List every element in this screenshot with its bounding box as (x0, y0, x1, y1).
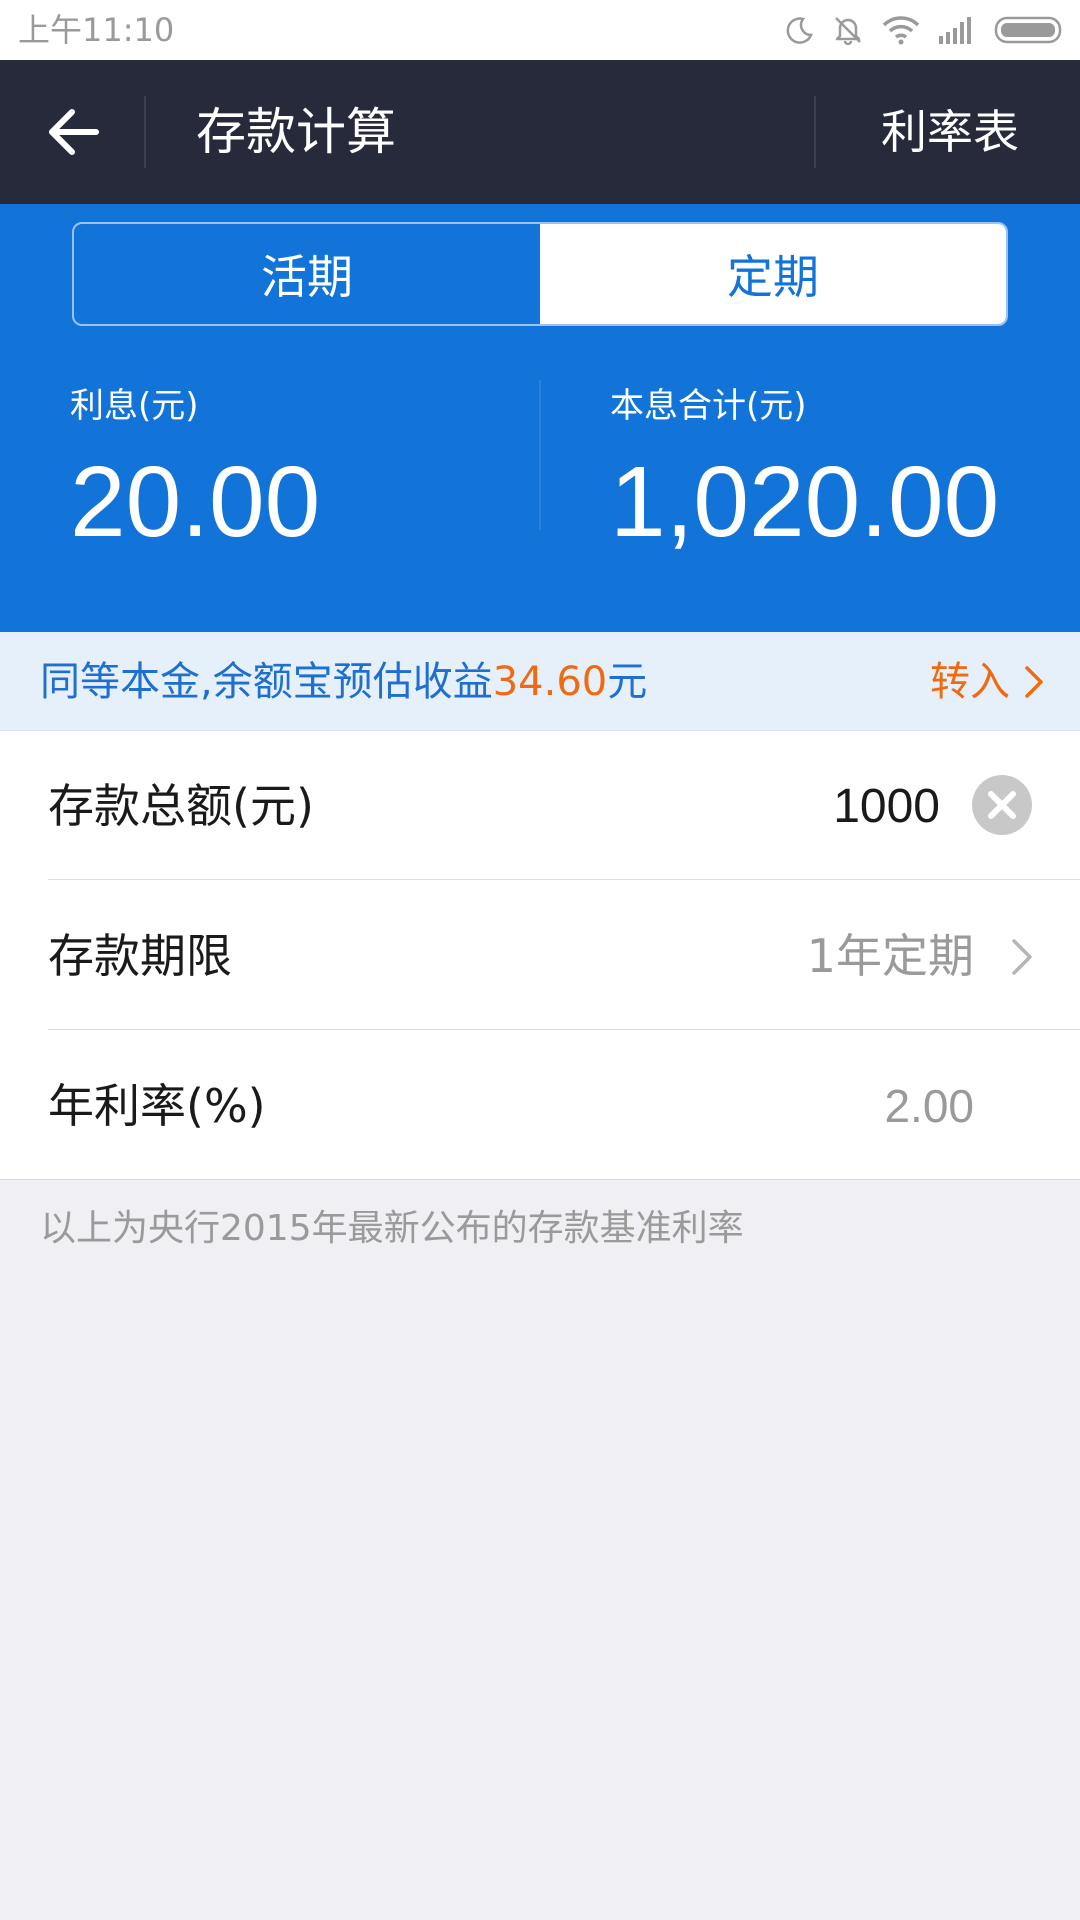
back-button[interactable] (30, 98, 116, 166)
banner-text-prefix: 同等本金,余额宝预估收益 (40, 659, 493, 705)
clear-amount-button[interactable] (972, 775, 1032, 835)
bell-muted-icon (835, 17, 861, 46)
clear-icon (972, 775, 1032, 835)
signal-icon (939, 17, 971, 44)
tab-fixed-deposit[interactable]: 定期 (540, 224, 1006, 324)
tab-current-deposit[interactable]: 活期 (74, 224, 540, 324)
moon-icon (786, 17, 813, 44)
rate-input[interactable] (674, 1071, 974, 1141)
row-divider (48, 879, 1080, 880)
amount-label: 存款总额(元) (48, 779, 314, 833)
total-result: 本息合计(元) 1,020.00 (610, 384, 999, 562)
status-icons (784, 12, 1064, 48)
interest-value: 20.00 (70, 446, 321, 558)
deposit-form: 存款总额(元) 存款期限 1年定期 年利率(%) (0, 731, 1080, 1180)
nav-bar: 存款计算 利率表 (0, 60, 1080, 204)
rate-label: 年利率(%) (48, 1079, 266, 1133)
interest-result: 利息(元) 20.00 (70, 384, 320, 562)
wifi-icon (882, 16, 920, 45)
results-header: 活期 定期 利息(元) 20.00 本息合计(元) 1,020.00 (0, 204, 1080, 632)
amount-input[interactable] (640, 771, 940, 841)
term-row[interactable]: 存款期限 1年定期 (0, 881, 1080, 1030)
chevron-right-icon (1012, 939, 1032, 975)
deposit-type-tabs: 活期 定期 (72, 222, 1008, 326)
results-divider (539, 380, 541, 530)
rate-table-button[interactable]: 利率表 (840, 100, 1060, 164)
battery-icon (994, 16, 1062, 44)
total-label: 本息合计(元) (610, 386, 807, 426)
chevron-right-icon (1025, 666, 1043, 698)
status-bar: 上午11:10 (0, 0, 1080, 60)
rate-row: 年利率(%) (0, 1031, 1080, 1180)
banner-estimated-amount: 34.60 (492, 659, 608, 705)
interest-label: 利息(元) (70, 386, 199, 426)
yuebao-banner[interactable]: 同等本金,余额宝预估收益34.60元 转入 (0, 632, 1080, 731)
rate-footnote: 以上为央行2015年最新公布的存款基准利率 (40, 1208, 744, 1249)
term-value: 1年定期 (806, 929, 974, 983)
row-divider (48, 1029, 1080, 1030)
page-title: 存款计算 (196, 103, 396, 161)
amount-row: 存款总额(元) (0, 731, 1080, 880)
transfer-in-button[interactable]: 转入 (930, 656, 1044, 708)
total-value: 1,020.00 (610, 446, 1000, 558)
banner-text: 同等本金,余额宝预估收益34.60元 (40, 656, 647, 708)
transfer-in-label: 转入 (930, 659, 1010, 705)
arrow-left-icon (49, 109, 99, 155)
term-label: 存款期限 (48, 929, 232, 983)
status-time: 上午11:10 (18, 11, 175, 49)
nav-divider (144, 96, 146, 168)
banner-text-suffix: 元 (607, 659, 648, 705)
nav-divider (814, 96, 816, 168)
